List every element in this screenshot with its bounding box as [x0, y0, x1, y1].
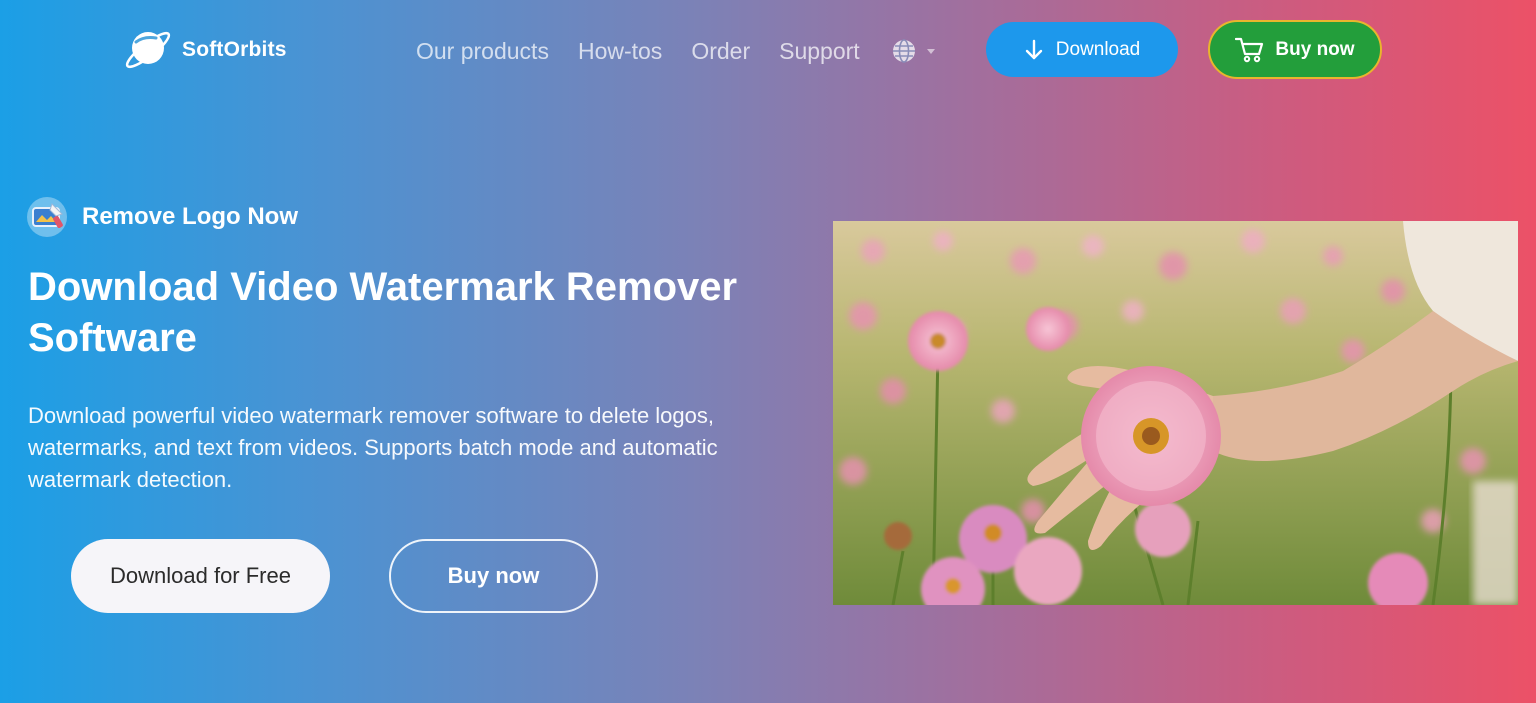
main-nav: Our products How-tos Order Support [416, 37, 935, 65]
badge-label: Remove Logo Now [82, 203, 299, 230]
cart-icon [1235, 37, 1264, 62]
brand-name: SoftOrbits [182, 38, 287, 61]
header-download-button[interactable]: Download [986, 22, 1178, 77]
nav-our-products[interactable]: Our products [416, 37, 549, 65]
nav-order[interactable]: Order [691, 37, 750, 65]
remove-logo-app-icon [27, 197, 67, 237]
header-download-label: Download [1055, 38, 1141, 60]
brand-logo[interactable]: SoftOrbits [122, 24, 287, 76]
hero-image [833, 221, 1518, 605]
flower-field-image [833, 221, 1518, 605]
product-badge: Remove Logo Now [26, 196, 298, 238]
nav-support[interactable]: Support [779, 37, 860, 65]
page-title: Download Video Watermark Remover Softwar… [28, 265, 738, 360]
header-buy-button[interactable]: Buy now [1208, 20, 1382, 79]
download-arrow-icon [1025, 39, 1042, 59]
globe-icon [892, 39, 915, 63]
header-buy-label: Buy now [1275, 38, 1355, 60]
language-selector[interactable] [891, 38, 935, 64]
planet-logo-icon [125, 31, 171, 69]
hero-description: Download powerful video watermark remove… [28, 403, 718, 492]
download-for-free-button[interactable]: Download for Free [71, 539, 330, 613]
nav-how-tos[interactable]: How-tos [578, 37, 662, 65]
hero-buy-now-button[interactable]: Buy now [389, 539, 598, 613]
chevron-down-icon [926, 48, 935, 54]
